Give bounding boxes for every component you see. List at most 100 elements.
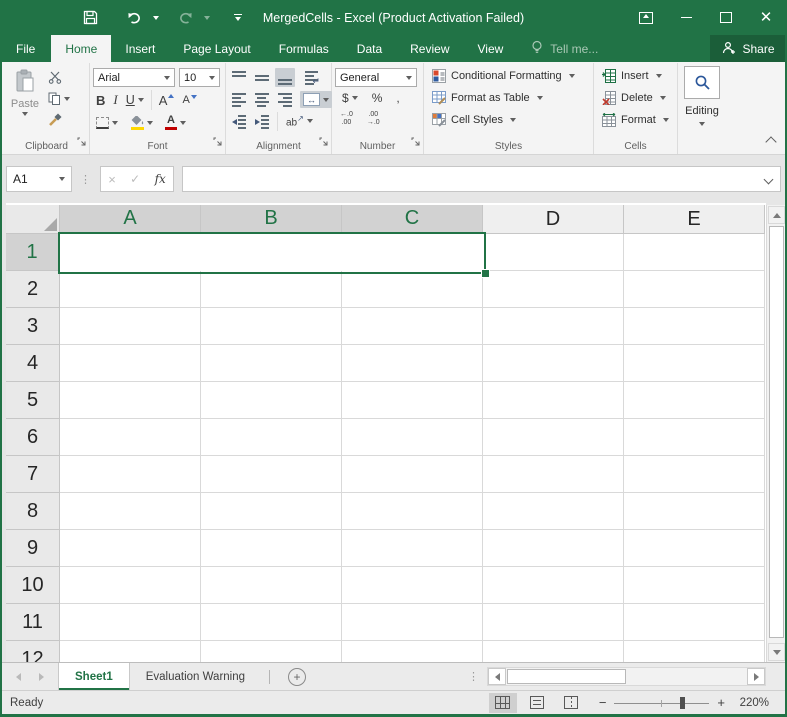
cell-D3[interactable]: [483, 308, 624, 345]
decrease-indent-button[interactable]: [229, 112, 249, 131]
cell-styles-dropdown-icon[interactable]: [510, 118, 516, 122]
cell-D4[interactable]: [483, 345, 624, 382]
cell-D9[interactable]: [483, 530, 624, 567]
cell-E12[interactable]: [624, 641, 765, 662]
zoom-in-icon[interactable]: +: [717, 696, 725, 709]
cell-A9[interactable]: [60, 530, 201, 567]
share-button[interactable]: Share: [710, 35, 787, 62]
sheet-tab-sheet1[interactable]: Sheet1: [58, 663, 130, 690]
copy-button[interactable]: [45, 90, 73, 107]
row-header-3[interactable]: 3: [6, 308, 60, 345]
tab-formulas[interactable]: Formulas: [265, 35, 343, 62]
percent-style-button[interactable]: %: [369, 90, 386, 106]
close-icon[interactable]: ✕: [753, 6, 779, 30]
cell-D6[interactable]: [483, 419, 624, 456]
cancel-icon[interactable]: ×: [108, 172, 116, 187]
row-header-1[interactable]: 1: [6, 234, 60, 271]
top-align-button[interactable]: [229, 68, 249, 87]
cell-E10[interactable]: [624, 567, 765, 604]
merged-cell-selection[interactable]: [58, 232, 486, 274]
merge-dropdown-icon[interactable]: [323, 98, 329, 102]
tabbar-drag-dots[interactable]: ⋮: [468, 670, 479, 683]
enter-icon[interactable]: ✓: [130, 172, 140, 186]
vertical-scrollbar[interactable]: [766, 205, 786, 662]
cell-C9[interactable]: [342, 530, 483, 567]
font-dialog-launcher-icon[interactable]: [213, 133, 222, 151]
row-header-5[interactable]: 5: [6, 382, 60, 419]
tab-page-layout[interactable]: Page Layout: [169, 35, 264, 62]
number-format-combo[interactable]: General: [335, 68, 417, 87]
cell-E9[interactable]: [624, 530, 765, 567]
cell-B5[interactable]: [201, 382, 342, 419]
delete-cells-button[interactable]: Delete: [600, 87, 674, 109]
cell-D11[interactable]: [483, 604, 624, 641]
cell-E4[interactable]: [624, 345, 765, 382]
alignment-dialog-launcher-icon[interactable]: [319, 133, 328, 151]
accounting-format-button[interactable]: $: [339, 90, 361, 106]
cell-B8[interactable]: [201, 493, 342, 530]
format-as-table-button[interactable]: Format as Table: [430, 87, 590, 109]
cell-D12[interactable]: [483, 641, 624, 662]
zoom-slider-thumb[interactable]: [680, 697, 685, 709]
cut-button[interactable]: [45, 69, 73, 86]
expand-formula-bar-icon[interactable]: [764, 175, 774, 185]
row-header-11[interactable]: 11: [6, 604, 60, 641]
cell-A11[interactable]: [60, 604, 201, 641]
undo-icon[interactable]: [121, 6, 148, 30]
maximize-icon[interactable]: [713, 6, 739, 30]
tab-file[interactable]: File: [0, 35, 51, 62]
underline-dropdown-icon[interactable]: [138, 98, 144, 102]
horizontal-scrollbar-thumb[interactable]: [507, 669, 626, 684]
column-header-B[interactable]: B: [201, 205, 342, 234]
tab-review[interactable]: Review: [396, 35, 463, 62]
scroll-left-icon[interactable]: [488, 668, 506, 685]
cell-A3[interactable]: [60, 308, 201, 345]
column-header-E[interactable]: E: [624, 205, 765, 234]
sheet-tab-evaluation-warning[interactable]: Evaluation Warning: [130, 663, 261, 690]
row-header-6[interactable]: 6: [6, 419, 60, 456]
vertical-scrollbar-thumb[interactable]: [769, 226, 784, 638]
bold-button[interactable]: B: [93, 91, 108, 110]
font-size-combo[interactable]: 10: [179, 68, 220, 87]
italic-button[interactable]: I: [110, 90, 120, 110]
row-header-12[interactable]: 12: [6, 641, 60, 662]
ribbon-display-options-icon[interactable]: [633, 6, 659, 30]
cell-C11[interactable]: [342, 604, 483, 641]
cell-D7[interactable]: [483, 456, 624, 493]
cell-B2[interactable]: [201, 271, 342, 308]
middle-align-button[interactable]: [252, 68, 272, 87]
row-header-10[interactable]: 10: [6, 567, 60, 604]
tab-home[interactable]: Home: [51, 35, 111, 62]
conditional-formatting-dropdown-icon[interactable]: [569, 74, 575, 78]
normal-view-button[interactable]: [489, 693, 517, 713]
cell-C4[interactable]: [342, 345, 483, 382]
cell-C8[interactable]: [342, 493, 483, 530]
cell-C12[interactable]: [342, 641, 483, 662]
cell-B6[interactable]: [201, 419, 342, 456]
format-as-table-dropdown-icon[interactable]: [537, 96, 543, 100]
cell-E2[interactable]: [624, 271, 765, 308]
font-color-dropdown-icon[interactable]: [180, 121, 186, 125]
tell-me-box[interactable]: Tell me...: [531, 35, 598, 62]
increase-decimal-button[interactable]: ←.0.00: [337, 109, 356, 128]
cell-E11[interactable]: [624, 604, 765, 641]
cell-B4[interactable]: [201, 345, 342, 382]
cell-styles-button[interactable]: Cell Styles: [430, 109, 590, 131]
format-cells-button[interactable]: Format: [600, 109, 674, 131]
page-break-view-button[interactable]: [557, 693, 585, 713]
select-all-button[interactable]: [6, 205, 60, 234]
cell-B7[interactable]: [201, 456, 342, 493]
underline-button[interactable]: U: [123, 91, 147, 109]
cell-A2[interactable]: [60, 271, 201, 308]
tab-insert[interactable]: Insert: [111, 35, 169, 62]
orientation-dropdown-icon[interactable]: [307, 119, 313, 123]
new-sheet-icon[interactable]: +: [288, 668, 306, 686]
cell-A5[interactable]: [60, 382, 201, 419]
decrease-font-size-button[interactable]: A: [179, 93, 199, 108]
decrease-decimal-button[interactable]: .00→.0: [364, 109, 383, 128]
insert-function-icon[interactable]: fx: [155, 172, 166, 186]
cell-A4[interactable]: [60, 345, 201, 382]
accounting-dropdown-icon[interactable]: [352, 96, 358, 100]
cell-E7[interactable]: [624, 456, 765, 493]
previous-sheet-icon[interactable]: [16, 673, 21, 681]
